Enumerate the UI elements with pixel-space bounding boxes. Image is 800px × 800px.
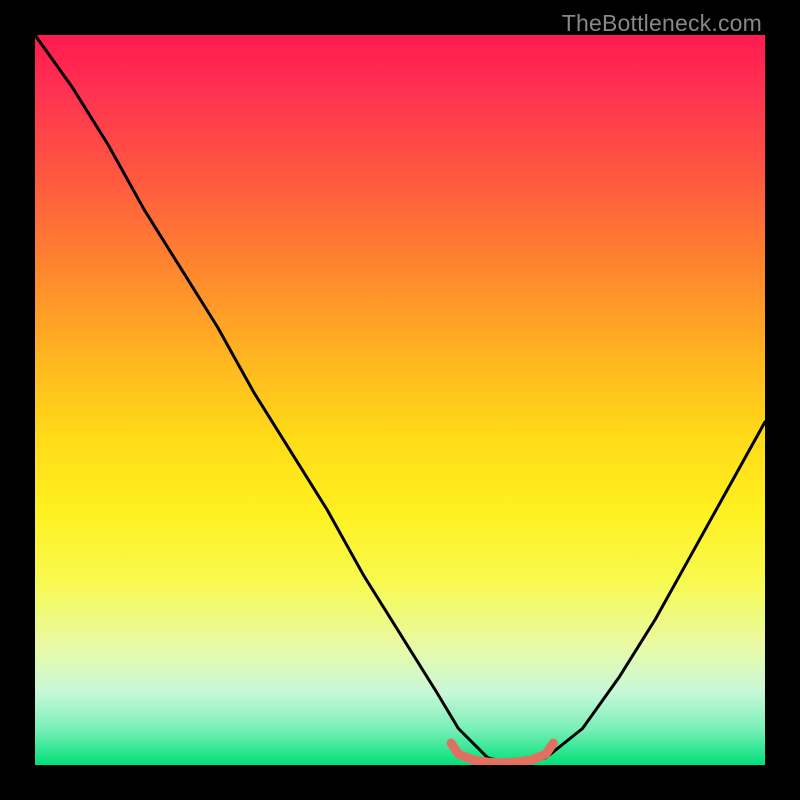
chart-container: TheBottleneck.com bbox=[0, 0, 800, 800]
heat-gradient-background bbox=[35, 35, 765, 765]
plot-area bbox=[35, 35, 765, 765]
watermark-text: TheBottleneck.com bbox=[562, 10, 762, 37]
